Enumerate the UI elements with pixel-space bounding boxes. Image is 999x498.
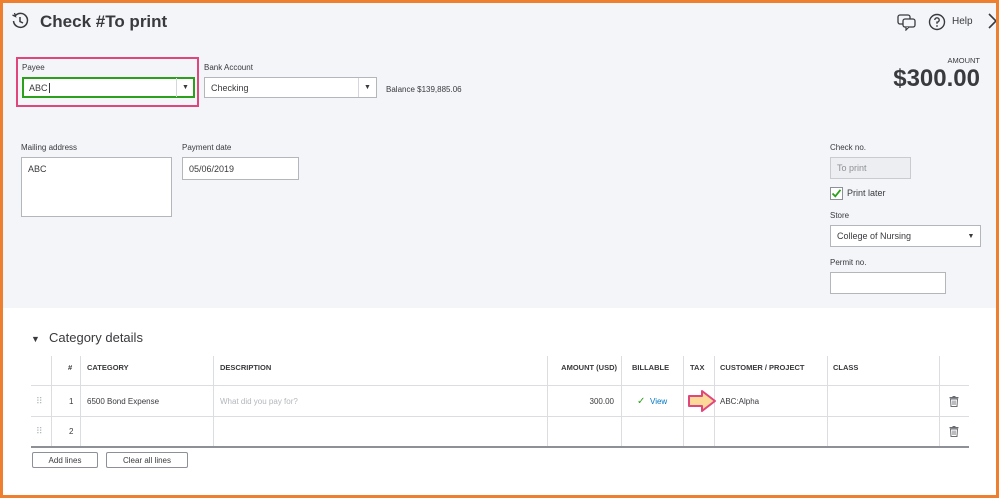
trash-icon[interactable] xyxy=(949,386,959,416)
row-description[interactable]: What did you pay for? xyxy=(220,386,298,416)
payee-select[interactable]: ABC ▼ xyxy=(22,77,195,98)
payee-value: ABC xyxy=(29,82,48,93)
column-header-description: DESCRIPTION xyxy=(220,362,272,372)
chevron-right-icon[interactable] xyxy=(986,12,996,30)
text-cursor xyxy=(49,83,50,93)
print-later-label: Print later xyxy=(847,188,886,198)
row-number: 1 xyxy=(69,396,74,406)
page-title: Check #To print xyxy=(40,12,168,31)
store-label: Store xyxy=(830,211,850,220)
column-header-amount: AMOUNT (USD) xyxy=(561,362,617,372)
collapse-caret-icon[interactable]: ▼ xyxy=(31,334,40,344)
category-details-title[interactable]: Category details xyxy=(49,330,143,345)
amount-label: AMOUNT xyxy=(947,56,981,65)
chevron-down-icon[interactable]: ▼ xyxy=(962,226,980,246)
billable-view-link[interactable]: View xyxy=(650,386,667,416)
chevron-down-icon[interactable]: ▼ xyxy=(176,78,194,97)
permit-no-input[interactable] xyxy=(830,272,946,294)
payment-date-input[interactable]: 05/06/2019 xyxy=(182,157,299,180)
payment-date-label: Payment date xyxy=(182,143,232,152)
check-no-label: Check no. xyxy=(830,143,867,152)
mailing-address-value: ABC xyxy=(28,164,47,174)
store-select[interactable]: College of Nursing ▼ xyxy=(830,225,981,247)
payment-date-value: 05/06/2019 xyxy=(189,163,235,174)
permit-no-label: Permit no. xyxy=(830,258,867,267)
category-details-section: ▼ Category details # CATEGORY DESCRIPTIO… xyxy=(3,308,996,495)
help-link[interactable]: Help xyxy=(952,16,973,27)
payee-label: Payee xyxy=(22,63,45,72)
row-amount[interactable]: 300.00 xyxy=(547,386,614,416)
chat-feedback-icon[interactable] xyxy=(897,13,917,32)
column-header-billable: BILLABLE xyxy=(632,362,670,372)
row-number: 2 xyxy=(69,427,74,436)
app-frame: Check #To print Help Payee ABC ▼ Bank Ac… xyxy=(0,0,999,498)
row-category[interactable]: 6500 Bond Expense xyxy=(87,386,159,416)
drag-handle-icon[interactable]: ⠿ xyxy=(36,417,43,446)
mailing-address-label: Mailing address xyxy=(21,143,78,152)
row-amount[interactable] xyxy=(547,417,614,446)
form-header-area: Check #To print Help Payee ABC ▼ Bank Ac… xyxy=(3,3,996,308)
table-row[interactable]: ⠿ 2 xyxy=(31,417,969,446)
print-later-checkbox[interactable] xyxy=(830,187,843,200)
question-circle-icon[interactable] xyxy=(928,13,946,31)
table-row[interactable]: ⠿ 1 6500 Bond Expense What did you pay f… xyxy=(31,386,969,416)
checkmark-icon xyxy=(831,189,842,198)
column-header-class: CLASS xyxy=(833,362,859,372)
amount-total: $300.00 xyxy=(893,65,980,92)
column-header-category: CATEGORY xyxy=(87,362,129,372)
check-no-input[interactable]: To print xyxy=(830,157,911,179)
row-customer[interactable]: ABC:Alpha xyxy=(720,386,759,416)
trash-icon[interactable] xyxy=(949,417,959,446)
column-header-num: # xyxy=(68,362,73,372)
clear-all-lines-button[interactable]: Clear all lines xyxy=(106,452,188,468)
store-value: College of Nursing xyxy=(837,231,912,241)
bank-account-label: Bank Account xyxy=(204,63,253,72)
bank-balance: Balance $139,885.06 xyxy=(386,85,462,94)
clock-history-icon[interactable] xyxy=(11,12,29,30)
bank-account-select[interactable]: Checking ▼ xyxy=(204,77,377,98)
billable-checkmark-icon[interactable]: ✓ xyxy=(637,386,645,416)
check-no-value: To print xyxy=(837,163,867,173)
drag-handle-icon[interactable]: ⠿ xyxy=(36,386,43,416)
mailing-address-textarea[interactable]: ABC xyxy=(21,157,172,217)
bank-account-value: Checking xyxy=(211,82,249,93)
category-table: # CATEGORY DESCRIPTION AMOUNT (USD) BILL… xyxy=(31,356,969,448)
column-header-customer: CUSTOMER / PROJECT xyxy=(720,362,805,372)
add-lines-button[interactable]: Add lines xyxy=(32,452,98,468)
table-bottom-border xyxy=(31,446,969,448)
column-header-tax: TAX xyxy=(690,362,705,372)
arrow-right-icon xyxy=(687,389,717,413)
chevron-down-icon[interactable]: ▼ xyxy=(358,78,376,97)
